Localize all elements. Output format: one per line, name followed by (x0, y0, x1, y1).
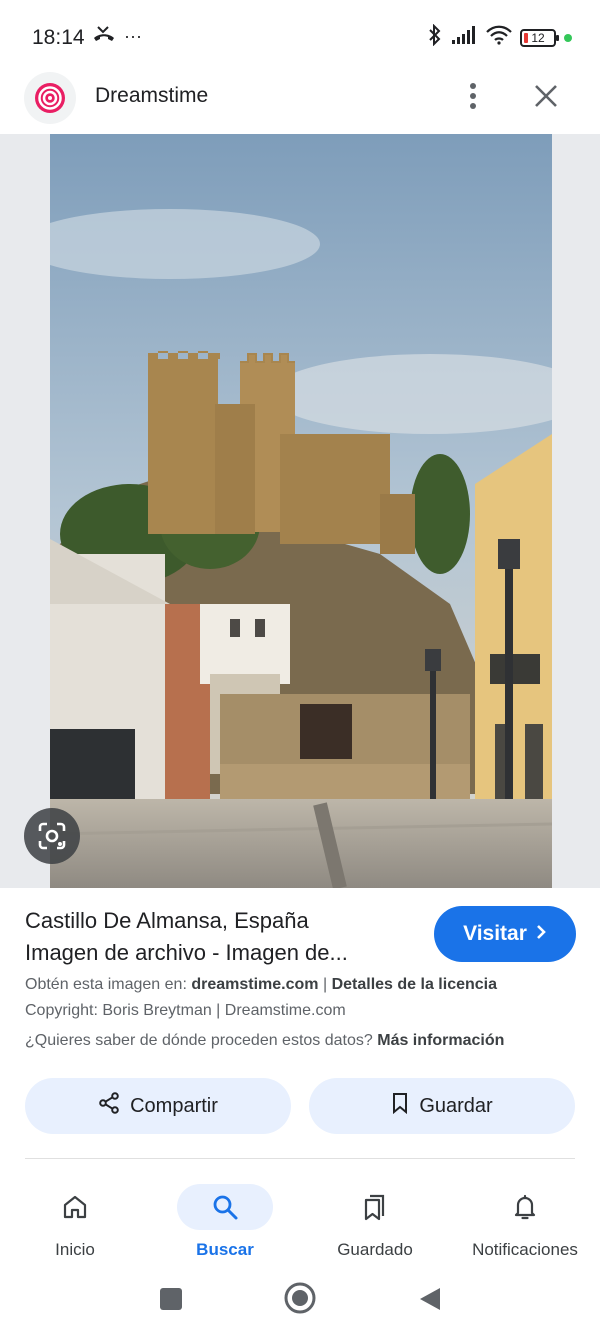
battery-icon: 12 (520, 28, 559, 47)
image-subtitle[interactable]: Imagen de archivo - Imagen de... (25, 940, 348, 966)
source-line: Obtén esta imagen en: dreamstime.com | D… (25, 976, 497, 994)
visit-button[interactable]: Visitar (434, 906, 576, 962)
back-triangle-icon[interactable] (418, 1286, 442, 1317)
privacy-indicator-dot (564, 33, 572, 42)
more-info-link[interactable]: Más información (377, 1032, 504, 1049)
bottom-navigation: Inicio Buscar Guardado Notificaciones (0, 1178, 600, 1270)
image-info-panel: Castillo De Almansa, España Imagen de ar… (0, 888, 600, 1178)
google-lens-icon[interactable] (24, 808, 80, 864)
share-button[interactable]: Compartir (25, 1078, 291, 1134)
save-button[interactable]: Guardar (309, 1078, 575, 1134)
site-name[interactable]: Dreamstime (95, 84, 208, 108)
copyright-text: Copyright: Boris Breytman | Dreamstime.c… (25, 1002, 346, 1019)
google-image-viewer: 18:14 ··· 12 Dreamstime Castillo De Alma… (0, 0, 600, 1333)
bookmarks-icon (327, 1184, 423, 1230)
save-label: Guardar (419, 1094, 493, 1117)
nav-label-inicio: Inicio (55, 1240, 95, 1259)
home-icon (27, 1184, 123, 1230)
bookmark-icon (391, 1092, 409, 1120)
missed-call-icon (92, 24, 116, 49)
status-bar: 18:14 ··· 12 (0, 0, 600, 72)
share-label: Compartir (130, 1094, 218, 1117)
image-title[interactable]: Castillo De Almansa, España (25, 908, 309, 934)
castle-photo[interactable] (50, 134, 552, 888)
nav-label-notificaciones: Notificaciones (472, 1240, 578, 1259)
source-header: Dreamstime (0, 72, 600, 134)
signal-icon (450, 25, 478, 50)
recents-square-icon[interactable] (159, 1287, 183, 1316)
nav-label-guardado: Guardado (337, 1240, 413, 1259)
close-icon[interactable] (528, 78, 564, 114)
nav-item-inicio[interactable]: Inicio (0, 1178, 150, 1270)
visit-button-label: Visitar (463, 922, 527, 945)
status-right-icons: 12 (428, 23, 572, 51)
nav-item-buscar[interactable]: Buscar (150, 1178, 300, 1270)
nav-item-notificaciones[interactable]: Notificaciones (450, 1178, 600, 1270)
more-notifications-icon: ··· (124, 26, 142, 46)
source-prefix: Obtén esta imagen en: (25, 976, 187, 993)
nav-label-buscar: Buscar (196, 1240, 254, 1259)
data-origin-question: ¿Quieres saber de dónde proceden estos d… (25, 1032, 373, 1049)
nav-item-guardado[interactable]: Guardado (300, 1178, 450, 1270)
status-time: 18:14 (32, 26, 85, 49)
wifi-icon (486, 25, 512, 50)
section-divider (25, 1158, 575, 1159)
dreamstime-logo[interactable] (24, 72, 76, 124)
system-navigation-bar (0, 1270, 600, 1333)
search-icon (177, 1184, 273, 1230)
action-buttons: Compartir Guardar (25, 1078, 575, 1134)
share-icon (98, 1092, 120, 1120)
source-site-link[interactable]: dreamstime.com (191, 976, 318, 993)
image-preview-area (0, 134, 600, 888)
license-details-link[interactable]: Detalles de la licencia (332, 976, 497, 993)
bluetooth-icon (428, 23, 442, 51)
bell-icon (477, 1184, 573, 1230)
source-separator: | (322, 976, 328, 993)
more-vert-icon[interactable] (458, 78, 488, 114)
home-circle-icon[interactable] (284, 1282, 316, 1319)
data-origin-line: ¿Quieres saber de dónde proceden estos d… (25, 1032, 504, 1050)
chevron-right-icon (535, 922, 547, 946)
status-left-icons: ··· (92, 24, 142, 49)
